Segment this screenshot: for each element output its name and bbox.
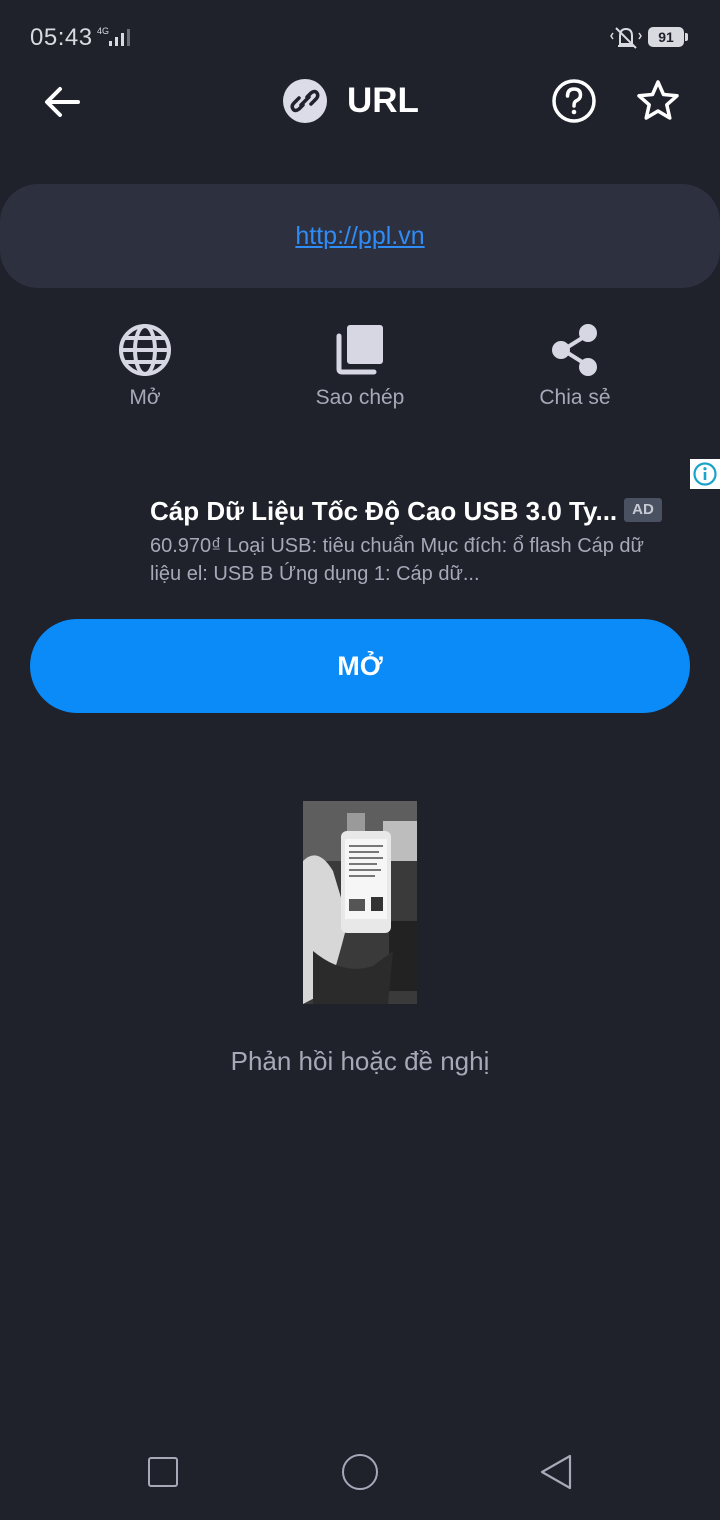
copy-action-label: Sao chép — [315, 386, 405, 409]
photo-thumbnail[interactable] — [303, 801, 417, 1004]
vibrate-icon — [610, 27, 642, 49]
open-action[interactable]: Mở — [70, 320, 220, 410]
help-circle-icon[interactable] — [551, 78, 597, 124]
link-icon — [283, 79, 327, 123]
battery-indicator: 91 — [648, 27, 684, 47]
copy-action[interactable]: Sao chép — [285, 320, 435, 410]
status-time: 05:43 — [30, 24, 93, 51]
info-icon[interactable] — [690, 459, 720, 489]
arrow-left-icon[interactable] — [40, 80, 84, 124]
open-button[interactable]: MỞ — [30, 619, 690, 713]
ad-title[interactable]: Cáp Dữ Liệu Tốc Độ Cao USB 3.0 Ty... — [150, 494, 620, 528]
open-action-label: Mở — [129, 386, 161, 409]
battery-level: 91 — [658, 29, 674, 45]
star-outline-icon[interactable] — [634, 77, 682, 125]
page-title: URL — [347, 81, 419, 120]
ad-badge: AD — [624, 498, 662, 522]
recent-apps-button[interactable] — [148, 1457, 178, 1487]
signal-icon — [109, 29, 130, 46]
battery-nub — [685, 33, 688, 41]
home-button[interactable] — [342, 1454, 378, 1490]
share-action-label: Chia sẻ — [539, 386, 611, 409]
back-triangle-icon[interactable] — [538, 1453, 574, 1491]
globe-icon — [119, 324, 171, 376]
url-link[interactable]: http://ppl.vn — [0, 222, 720, 251]
share-action[interactable]: Chia sẻ — [500, 320, 650, 410]
ad-description[interactable]: 60.970₫ Loại USB: tiêu chuẩn Mục đích: ổ… — [150, 532, 670, 588]
copy-icon — [336, 325, 383, 375]
share-icon — [552, 324, 597, 376]
feedback-link[interactable]: Phản hồi hoặc đề nghị — [0, 1046, 720, 1077]
